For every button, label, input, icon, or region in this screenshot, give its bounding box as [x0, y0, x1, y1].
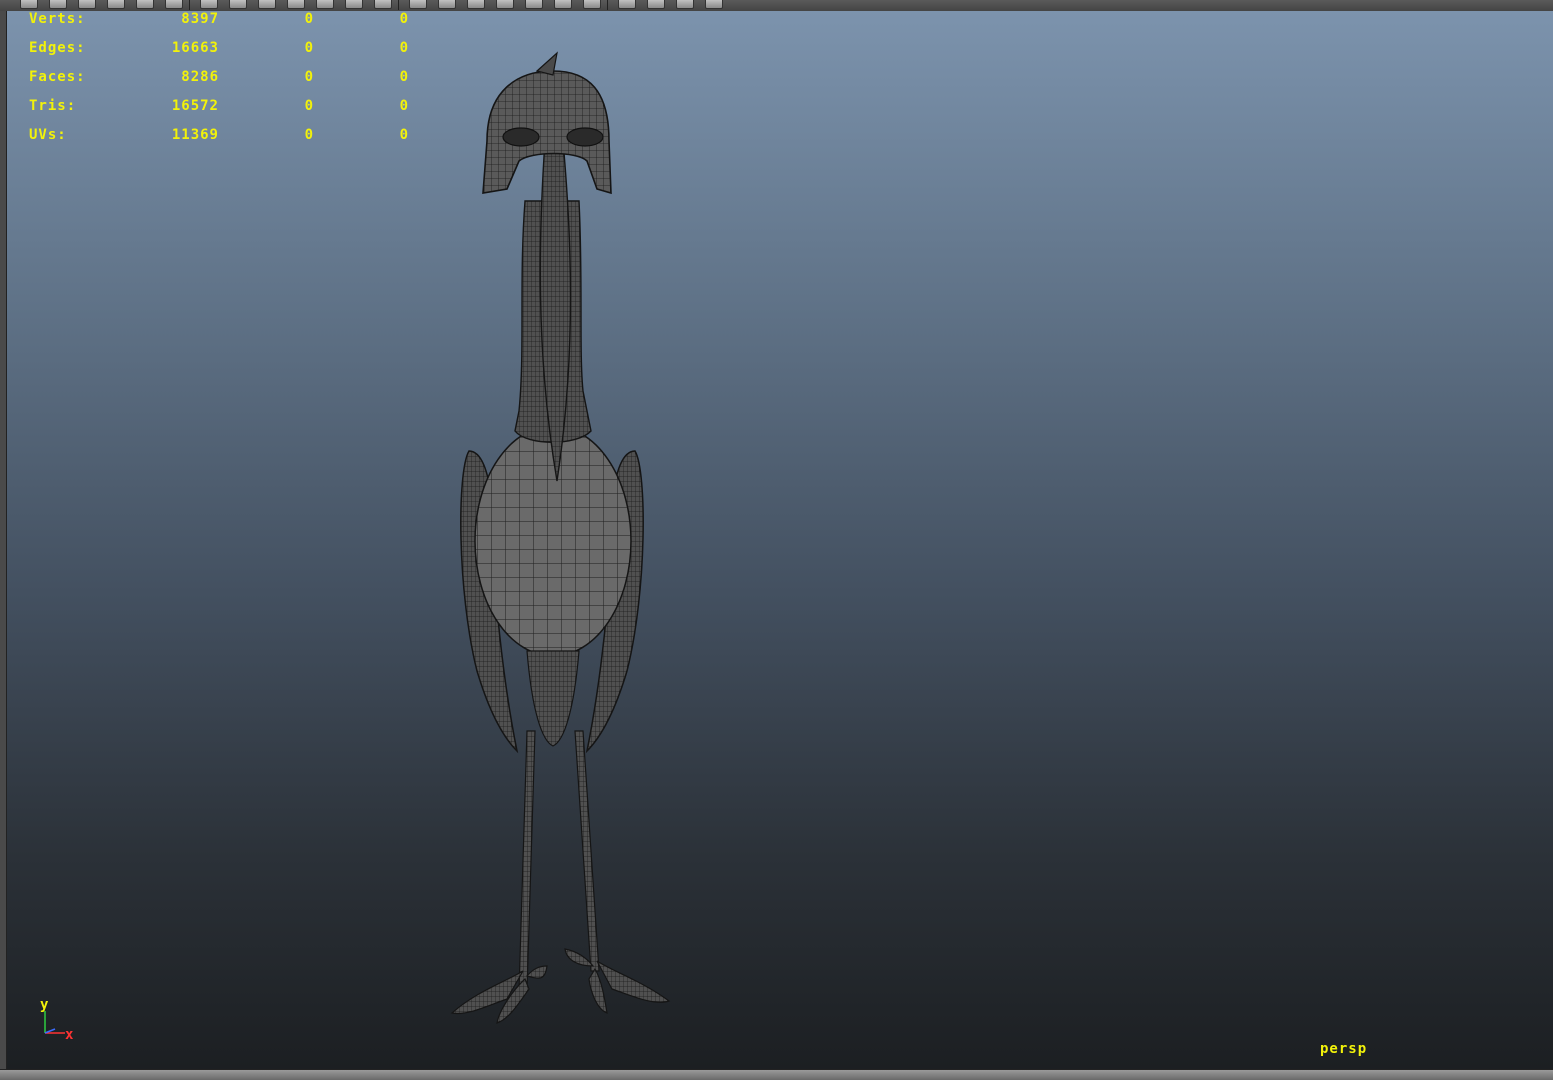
hud-value-object: 8286: [181, 69, 219, 85]
move-tool-icon[interactable]: [107, 0, 125, 9]
toolbar-separator: [189, 0, 190, 10]
lights-icon[interactable]: [496, 0, 514, 9]
wireframe-icon[interactable]: [409, 0, 427, 9]
hud-value-component: 0: [399, 11, 409, 27]
hud-value-selected: 0: [304, 127, 314, 143]
lasso-tool-icon[interactable]: [49, 0, 67, 9]
hud-label: UVs:: [29, 127, 67, 143]
hud-value-object: 11369: [171, 127, 219, 143]
xray-icon[interactable]: [554, 0, 572, 9]
hud-row-faces: Faces: 8286 0 0: [29, 69, 409, 98]
hud-label: Edges:: [29, 40, 86, 56]
axis-y-label: y: [40, 997, 49, 1013]
bird-body: [474, 425, 632, 657]
hud-label: Tris:: [29, 98, 77, 114]
hypershade-icon[interactable]: [316, 0, 334, 9]
right-eye: [566, 127, 604, 147]
right-foot: [564, 948, 671, 1014]
time-slider-strip[interactable]: [0, 1069, 1553, 1080]
hud-value-selected: 0: [304, 69, 314, 85]
scale-tool-icon[interactable]: [165, 0, 183, 9]
film-gate-icon[interactable]: [374, 0, 392, 9]
hud-label: Verts:: [29, 11, 86, 27]
hud-row-tris: Tris: 16572 0 0: [29, 98, 409, 127]
head-crest: [535, 51, 558, 76]
maya-viewport-window: Verts: 8397 0 0 Edges: 16663 0 0 Faces: …: [0, 0, 1553, 1080]
hud-row-verts: Verts: 8397 0 0: [29, 11, 409, 40]
rotate-tool-icon[interactable]: [136, 0, 154, 9]
hud-value-object: 8397: [181, 11, 219, 27]
isolate-icon[interactable]: [583, 0, 601, 9]
smooth-shade-icon[interactable]: [438, 0, 456, 9]
grid-icon[interactable]: [345, 0, 363, 9]
select-tool-icon[interactable]: [20, 0, 38, 9]
hud-row-uvs: UVs: 11369 0 0: [29, 127, 409, 156]
paint-tool-icon[interactable]: [78, 0, 96, 9]
left-foot: [450, 965, 548, 1024]
hud-value-selected: 0: [304, 40, 314, 56]
shadows-icon[interactable]: [525, 0, 543, 9]
hud-label: Faces:: [29, 69, 86, 85]
perspective-viewport[interactable]: Verts: 8397 0 0 Edges: 16663 0 0 Faces: …: [7, 11, 1553, 1069]
render-settings-icon[interactable]: [287, 0, 305, 9]
axis-x-label: x: [65, 1027, 74, 1043]
hud-value-selected: 0: [304, 11, 314, 27]
right-leg: [574, 730, 600, 972]
hud-value-object: 16663: [171, 40, 219, 56]
left-frame-border: [0, 11, 7, 1069]
stork-model[interactable]: [407, 31, 727, 1041]
render-icon[interactable]: [229, 0, 247, 9]
hud-value-selected: 0: [304, 98, 314, 114]
highlight-icon[interactable]: [618, 0, 636, 9]
left-eye: [502, 127, 540, 147]
bookmark-icon[interactable]: [647, 0, 665, 9]
hud-value-object: 16572: [171, 98, 219, 114]
camera-name-label: persp: [1320, 1041, 1368, 1057]
view-axis-indicator: y x: [40, 997, 74, 1043]
toolbar-separator: [398, 0, 399, 10]
camera-icon[interactable]: [200, 0, 218, 9]
frame-icon[interactable]: [676, 0, 694, 9]
poly-count-hud: Verts: 8397 0 0 Edges: 16663 0 0 Faces: …: [29, 11, 409, 156]
left-leg: [518, 730, 536, 992]
toolbar-separator: [607, 0, 608, 10]
hud-row-edges: Edges: 16663 0 0: [29, 40, 409, 69]
textured-icon[interactable]: [467, 0, 485, 9]
camera-attr-icon[interactable]: [705, 0, 723, 9]
ipr-render-icon[interactable]: [258, 0, 276, 9]
